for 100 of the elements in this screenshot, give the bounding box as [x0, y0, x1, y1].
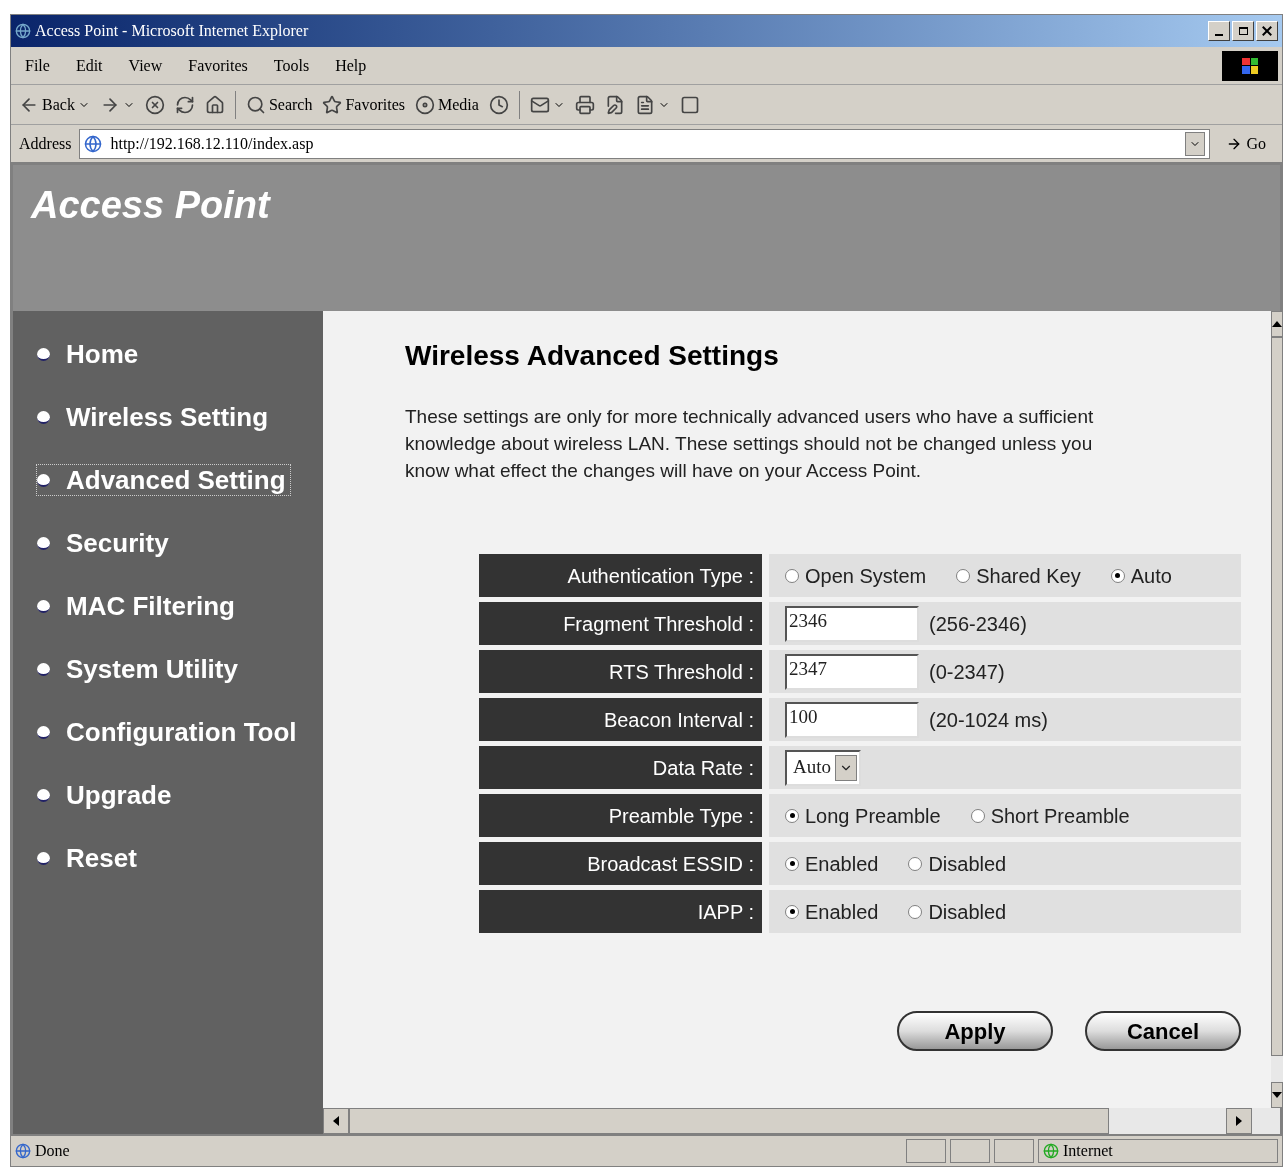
- option-label: Enabled: [805, 899, 879, 925]
- toolbar-button[interactable]: Media: [414, 92, 479, 117]
- dropdown-button[interactable]: [835, 754, 857, 781]
- menu-item[interactable]: View: [115, 53, 176, 78]
- toolbar-button[interactable]: [144, 94, 165, 115]
- form-button[interactable]: Cancel: [1085, 1011, 1241, 1051]
- status-pane: [994, 1139, 1034, 1163]
- bullet-icon: [37, 536, 50, 550]
- radio-button[interactable]: [785, 904, 799, 919]
- home-icon: [204, 94, 225, 115]
- window-title: Access Point - Microsoft Internet Explorer: [35, 21, 309, 42]
- banner-title: Access Point: [31, 184, 270, 226]
- windows-logo-icon: [1222, 50, 1278, 81]
- globe-icon: [1043, 1143, 1059, 1159]
- toolbar-button[interactable]: Search: [245, 92, 313, 117]
- radio-button[interactable]: [908, 856, 923, 871]
- page-icon: [15, 1143, 31, 1159]
- vertical-scrollbar[interactable]: [1271, 311, 1283, 1108]
- search-icon: [245, 94, 266, 115]
- sidebar-item[interactable]: Reset: [37, 843, 141, 873]
- printer-icon: [574, 94, 595, 115]
- field-label: Broadcast ESSID :: [479, 842, 762, 885]
- toolbar-button[interactable]: [174, 94, 195, 115]
- clock-icon: [488, 94, 509, 115]
- status-pane: [906, 1139, 946, 1163]
- horizontal-scrollbar[interactable]: [323, 1108, 1280, 1134]
- range-hint: (256-2346): [929, 611, 1027, 637]
- close-button[interactable]: [1256, 21, 1278, 41]
- bullet-icon: [37, 410, 50, 424]
- address-field[interactable]: http://192.168.12.110/index.asp: [79, 128, 1211, 159]
- option-label: Enabled: [805, 851, 879, 877]
- maximize-button[interactable]: [1232, 21, 1254, 41]
- bullet-icon: [37, 788, 50, 802]
- option-label: Short Preamble: [990, 803, 1130, 829]
- bullet-icon: [37, 473, 50, 487]
- input-field[interactable]: 100: [785, 701, 919, 738]
- sidebar-item[interactable]: Home: [37, 339, 143, 369]
- menu-item[interactable]: Help: [322, 53, 380, 78]
- status-text: Done: [35, 1141, 71, 1161]
- page-icon: [84, 134, 103, 153]
- toolbar-button[interactable]: Favorites: [322, 92, 405, 117]
- bullet-icon: [37, 725, 50, 739]
- input-field[interactable]: 2346: [785, 605, 919, 642]
- minimize-button[interactable]: [1208, 21, 1230, 41]
- sidebar-item[interactable]: MAC Filtering: [37, 591, 239, 621]
- form-button[interactable]: Apply: [897, 1011, 1053, 1051]
- bullet-icon: [37, 599, 50, 613]
- sidebar-item[interactable]: Advanced Setting: [37, 465, 290, 495]
- field-label: Beacon Interval :: [479, 698, 762, 741]
- dropdown-button[interactable]: [1185, 131, 1206, 156]
- range-hint: (0-2347): [929, 659, 1005, 685]
- toolbar-button[interactable]: [679, 94, 700, 115]
- radio-button[interactable]: [785, 568, 799, 583]
- refresh-icon: [174, 94, 195, 115]
- option-label: Auto: [1130, 563, 1172, 589]
- menu-item[interactable]: File: [11, 53, 63, 78]
- sidebar-item[interactable]: Configuration Tool: [37, 717, 301, 747]
- zone-text: Internet: [1063, 1141, 1113, 1161]
- toolbar-button[interactable]: [574, 94, 595, 115]
- menu-item[interactable]: Tools: [260, 53, 323, 78]
- sidebar-item[interactable]: Wireless Setting: [37, 402, 273, 432]
- field-label: Authentication Type :: [479, 554, 762, 597]
- description-text: These settings are only for more technically advanced users who have a sufficient knowledge about wireless LAN. These settings should not be changed unless you know what effect the changes will have on your Access Point.: [405, 405, 1095, 483]
- star-icon: [322, 94, 343, 115]
- sidebar-item[interactable]: System Utility: [37, 654, 242, 684]
- radio-button[interactable]: [785, 856, 799, 871]
- field-label: Data Rate :: [479, 746, 762, 789]
- sidebar-item[interactable]: Security: [37, 528, 173, 558]
- field-label: RTS Threshold :: [479, 650, 762, 693]
- option-label: Shared Key: [976, 563, 1081, 589]
- toolbar-button[interactable]: [204, 94, 225, 115]
- radio-button[interactable]: [956, 568, 971, 583]
- radio-button[interactable]: [970, 808, 985, 823]
- bullet-icon: [37, 662, 50, 676]
- toolbar-button[interactable]: [488, 94, 509, 115]
- browser-icon: [15, 23, 31, 39]
- field-label: IAPP :: [479, 890, 762, 933]
- bullet-icon: [37, 347, 50, 361]
- disc-icon: [414, 94, 435, 115]
- option-label: Disabled: [928, 899, 1007, 925]
- address-label: Address: [19, 133, 72, 154]
- toolbar-button[interactable]: Back: [19, 92, 90, 117]
- field-label: Fragment Threshold :: [479, 602, 762, 645]
- sidebar-item[interactable]: Upgrade: [37, 780, 176, 810]
- input-field[interactable]: 2347: [785, 653, 919, 690]
- option-label: Disabled: [928, 851, 1007, 877]
- radio-button[interactable]: [908, 904, 923, 919]
- radio-button[interactable]: [785, 808, 799, 823]
- square-icon: [679, 94, 700, 115]
- status-pane: [950, 1139, 990, 1163]
- radio-button[interactable]: [1110, 568, 1125, 583]
- range-hint: (20-1024 ms): [929, 707, 1048, 733]
- menu-item[interactable]: Edit: [62, 53, 116, 78]
- go-button[interactable]: Go: [1218, 131, 1274, 156]
- stop-icon: [144, 94, 165, 115]
- select-field[interactable]: Auto: [785, 749, 861, 786]
- option-label: Long Preamble: [805, 803, 941, 829]
- bullet-icon: [37, 851, 50, 865]
- field-label: Preamble Type :: [479, 794, 762, 837]
- menu-item[interactable]: Favorites: [175, 53, 261, 78]
